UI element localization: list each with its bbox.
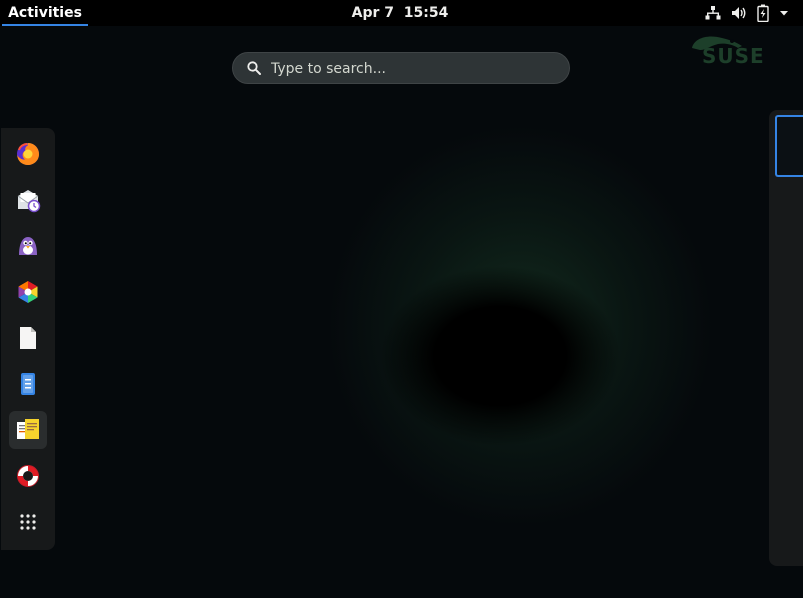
suse-wordmark: SUSE — [702, 44, 765, 68]
volume-icon — [732, 7, 746, 19]
desktop-wallpaper — [0, 26, 803, 598]
app-grid-icon — [20, 514, 36, 530]
workspace-switcher — [769, 110, 803, 566]
search-icon — [247, 61, 261, 75]
search-input[interactable] — [269, 57, 553, 81]
firefox-icon — [17, 143, 40, 165]
system-tray[interactable] — [705, 4, 789, 22]
evolution-mail-calendar-icon — [17, 190, 41, 213]
clock-time: 15:54 — [403, 5, 449, 21]
help-lifebuoy-icon — [17, 465, 39, 487]
editor-icon — [17, 419, 39, 439]
clock-date: Apr 7 — [351, 5, 395, 21]
dash-item-text-editor[interactable] — [9, 411, 47, 449]
search-bar[interactable] — [232, 52, 570, 84]
dash-item-firefox[interactable] — [9, 135, 47, 173]
system-menu-arrow-icon — [780, 11, 788, 16]
dash-item-software[interactable] — [9, 273, 47, 311]
dash-item-help[interactable] — [9, 457, 47, 495]
suse-logo: SUSE — [688, 30, 774, 70]
dash-item-document[interactable] — [9, 319, 47, 357]
dash-item-files[interactable] — [9, 365, 47, 403]
software-hexagon-icon — [18, 281, 38, 303]
clock-button[interactable]: Apr 7 15:54 — [335, 0, 465, 26]
dash — [1, 128, 55, 550]
network-wired-icon — [705, 6, 721, 20]
top-bar: Activities Apr 7 15:54 — [0, 0, 803, 26]
dash-item-evolution[interactable] — [9, 181, 47, 219]
files-icon — [21, 373, 35, 395]
pidgin-icon — [19, 237, 37, 255]
battery-icon — [757, 4, 769, 22]
document-icon — [20, 327, 36, 349]
workspace-thumbnail-active[interactable] — [775, 115, 803, 177]
show-applications-button[interactable] — [9, 503, 47, 541]
dash-item-pidgin[interactable] — [9, 227, 47, 265]
activities-button[interactable]: Activities — [2, 0, 88, 26]
